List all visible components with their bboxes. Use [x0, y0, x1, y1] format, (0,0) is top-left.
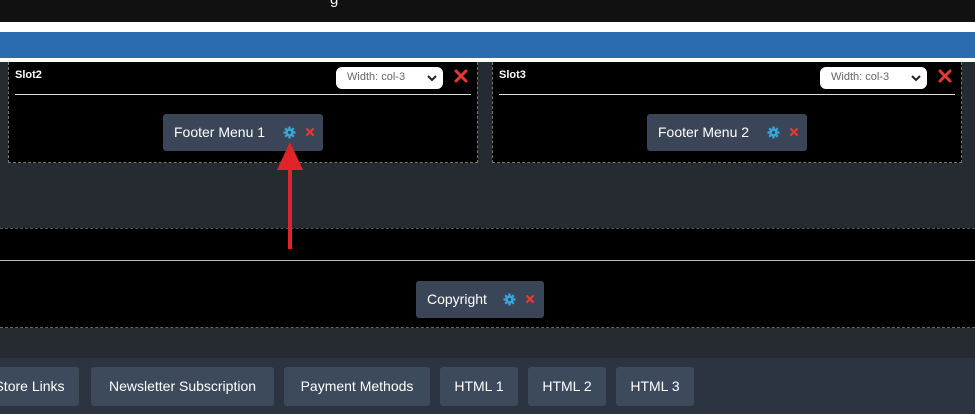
widget-label: Footer Menu 1: [174, 124, 266, 140]
close-icon[interactable]: [789, 127, 799, 137]
width-select-value: Width: col-3: [831, 71, 890, 83]
top-banner: g: [0, 0, 975, 22]
gear-icon[interactable]: [503, 293, 516, 306]
slot-header: Slot3 Width: col-3: [499, 62, 955, 95]
close-icon[interactable]: [305, 127, 315, 137]
widget-tab-newsletter-subscription[interactable]: Newsletter Subscription: [91, 367, 274, 406]
widget-tab-label: Payment Methods: [300, 378, 414, 394]
slot-2: Slot2 Width: col-3 Footer Menu 1: [8, 62, 478, 163]
width-select-value: Width: col-3: [347, 71, 406, 83]
gear-icon[interactable]: [283, 126, 296, 139]
widget-footer-menu-2[interactable]: Footer Menu 2: [647, 114, 807, 151]
widget-tab-label: HTML 1: [454, 378, 504, 394]
close-icon[interactable]: [937, 68, 953, 84]
divider: [0, 22, 975, 32]
widget-label: Copyright: [427, 291, 487, 307]
close-icon[interactable]: [525, 294, 535, 304]
footer-row: Slot2 Width: col-3 Footer Menu 1 Slot3 W…: [0, 62, 975, 228]
widget-tab-payment-methods[interactable]: Payment Methods: [284, 367, 430, 406]
chevron-down-icon: [911, 75, 921, 82]
width-select[interactable]: Width: col-3: [820, 67, 927, 89]
gear-icon[interactable]: [767, 126, 780, 139]
banner-partial-text: g: [330, 0, 338, 8]
row-header-bar[interactable]: [0, 32, 975, 58]
widget-tab-html-2[interactable]: HTML 2: [528, 367, 606, 406]
width-select[interactable]: Width: col-3: [336, 67, 443, 89]
close-icon[interactable]: [453, 68, 469, 84]
copyright-row: Copyright: [0, 261, 975, 328]
widget-tab-label: HTML 3: [630, 378, 680, 394]
slot-title: Slot2: [15, 69, 42, 81]
slot-header: Slot2 Width: col-3: [15, 62, 471, 95]
widget-tab-store-links[interactable]: Store Links: [0, 367, 79, 406]
widget-tab-label: Store Links: [0, 378, 65, 394]
widget-tab-html-1[interactable]: HTML 1: [440, 367, 518, 406]
red-arrow-icon: [277, 142, 303, 249]
widget-tab-html-3[interactable]: HTML 3: [616, 367, 694, 406]
slot-3: Slot3 Width: col-3 Footer Menu 2: [492, 62, 962, 163]
empty-row: [0, 228, 975, 260]
slot-title: Slot3: [499, 69, 526, 81]
chevron-down-icon: [427, 75, 437, 82]
widget-label: Footer Menu 2: [658, 124, 750, 140]
widget-tab-label: Newsletter Subscription: [108, 378, 257, 394]
widget-copyright[interactable]: Copyright: [416, 281, 544, 318]
widget-palette: Store Links Newsletter Subscription Paym…: [0, 358, 975, 414]
spacer: [0, 328, 975, 358]
widget-tab-label: HTML 2: [542, 378, 592, 394]
